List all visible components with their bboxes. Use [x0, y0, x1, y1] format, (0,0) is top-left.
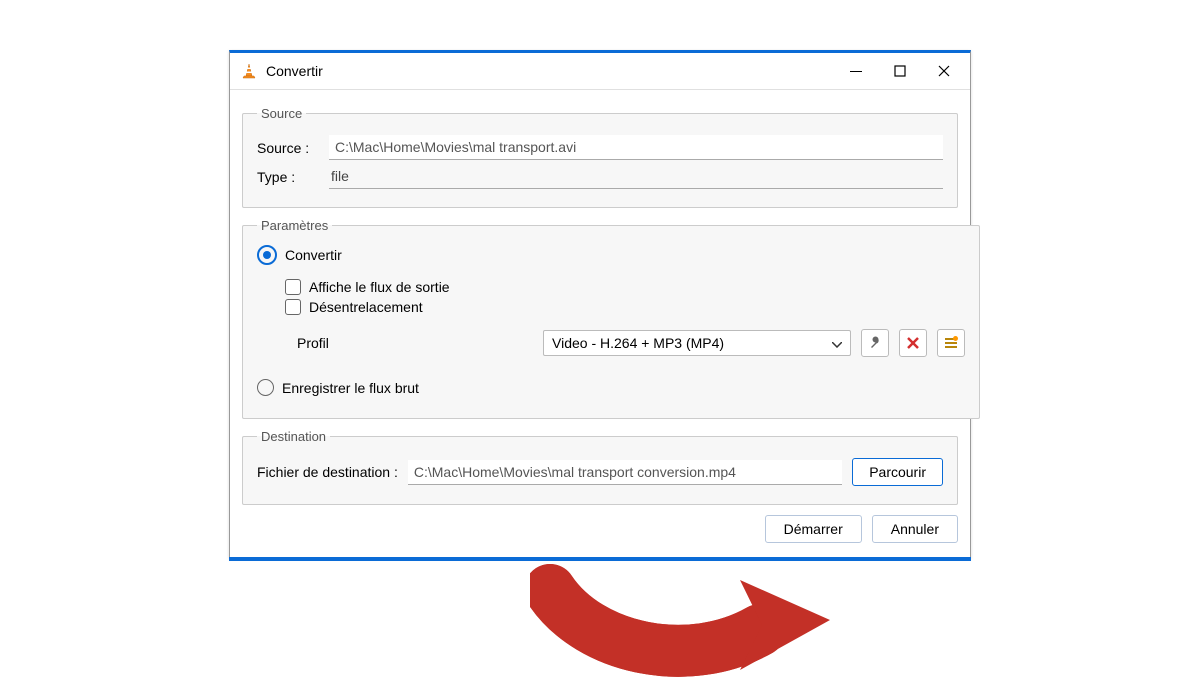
source-path-input[interactable]	[329, 135, 943, 160]
browse-button[interactable]: Parcourir	[852, 458, 943, 486]
source-group: Source Source : Type : file	[242, 106, 958, 208]
minimize-icon	[850, 65, 862, 77]
show-output-label: Affiche le flux de sortie	[309, 279, 450, 295]
source-path-label: Source :	[257, 140, 319, 156]
convert-dialog: Convertir Source Source : Type : file	[229, 50, 971, 558]
destination-group: Destination Fichier de destination : Par…	[242, 429, 958, 505]
destination-legend: Destination	[257, 429, 330, 444]
convert-radio-label: Convertir	[285, 247, 342, 263]
minimize-button[interactable]	[834, 56, 878, 86]
params-group: Paramètres Convertir Affiche le flux de …	[242, 218, 980, 419]
x-red-icon	[907, 337, 919, 349]
source-type-label: Type :	[257, 169, 319, 185]
deinterlace-label: Désentrelacement	[309, 299, 423, 315]
close-icon	[938, 65, 950, 77]
deinterlace-checkbox[interactable]: Désentrelacement	[285, 299, 423, 315]
delete-profile-button[interactable]	[899, 329, 927, 357]
radio-selected-icon	[257, 245, 277, 265]
convert-radio[interactable]: Convertir	[257, 245, 342, 265]
show-output-checkbox[interactable]: Affiche le flux de sortie	[285, 279, 450, 295]
source-type-value: file	[329, 164, 943, 189]
profile-selected-value: Video - H.264 + MP3 (MP4)	[552, 335, 724, 351]
maximize-button[interactable]	[878, 56, 922, 86]
radio-unselected-icon	[257, 379, 274, 396]
params-legend: Paramètres	[257, 218, 332, 233]
dialog-footer: Démarrer Annuler	[242, 515, 958, 543]
destination-file-input[interactable]	[408, 460, 842, 485]
checkbox-unchecked-icon	[285, 279, 301, 295]
raw-radio-label: Enregistrer le flux brut	[282, 380, 419, 396]
checkbox-unchecked-icon	[285, 299, 301, 315]
profile-label: Profil	[297, 335, 533, 351]
maximize-icon	[894, 65, 906, 77]
raw-radio[interactable]: Enregistrer le flux brut	[257, 379, 419, 396]
close-button[interactable]	[922, 56, 966, 86]
chevron-down-icon	[832, 335, 842, 351]
destination-file-label: Fichier de destination :	[257, 464, 398, 480]
new-profile-button[interactable]	[937, 329, 965, 357]
wrench-icon	[868, 336, 882, 350]
vlc-cone-icon	[240, 62, 258, 80]
cancel-button[interactable]: Annuler	[872, 515, 958, 543]
source-legend: Source	[257, 106, 306, 121]
dialog-content: Source Source : Type : file Paramètres C…	[230, 90, 970, 557]
annotation-arrow-icon	[530, 550, 850, 693]
window-bottom-accent	[229, 557, 971, 561]
titlebar: Convertir	[230, 53, 970, 90]
edit-profile-button[interactable]	[861, 329, 889, 357]
new-list-icon	[944, 336, 958, 350]
start-button[interactable]: Démarrer	[765, 515, 862, 543]
profile-select[interactable]: Video - H.264 + MP3 (MP4)	[543, 330, 851, 356]
window-title: Convertir	[266, 63, 834, 79]
